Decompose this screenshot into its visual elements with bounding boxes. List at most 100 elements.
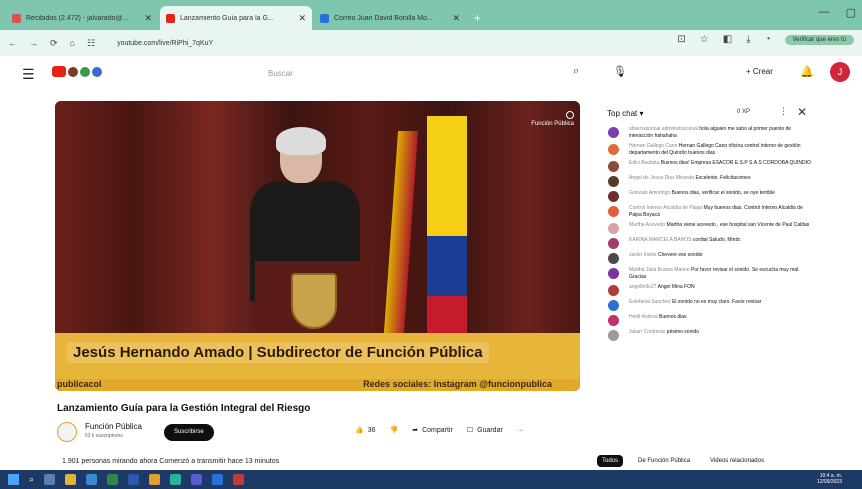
microphone-icon[interactable]: 🎙 (613, 65, 627, 78)
chrome-icon[interactable] (149, 474, 161, 485)
app-icon[interactable] (233, 474, 245, 485)
profile-icon[interactable]: ◔ (765, 34, 771, 45)
more-options-icon[interactable]: ⋮ (779, 106, 788, 117)
chat-author-name[interactable]: Julian Contreras (629, 329, 665, 335)
video-player[interactable]: Función Pública Jesús Hernando Amado | S… (55, 101, 580, 391)
top-chat-dropdown[interactable]: Top chat ▾ (607, 109, 643, 118)
chat-message-text: Buenos dias (659, 314, 687, 320)
close-tab-icon[interactable]: ✕ (452, 13, 460, 24)
back-icon[interactable]: ← (8, 38, 17, 48)
file-explorer-icon[interactable] (65, 474, 77, 485)
dislike-button[interactable]: 👎 (390, 426, 399, 434)
chat-author-avatar[interactable] (608, 161, 619, 172)
word-icon[interactable] (128, 474, 140, 485)
reload-icon[interactable]: ⟳ (50, 38, 58, 49)
like-button[interactable]: 👍 36 (355, 426, 376, 435)
chat-message-text: Chevere ese sonido (657, 252, 703, 258)
browser-tab-active[interactable]: Lanzamiento Guía para la G... ✕ (160, 6, 312, 30)
chat-author-name[interactable]: Estefania Sanchez (629, 299, 671, 305)
create-button[interactable]: + Crear (746, 67, 773, 76)
windows-taskbar: ⌕ 10:4 a. m. 12/09/2023 (0, 470, 862, 489)
store-icon[interactable] (86, 474, 98, 485)
chat-message: Gonzalo Amoringo Buenos dias, verificar … (605, 190, 815, 202)
chat-author-avatar[interactable] (608, 191, 619, 202)
chat-author-avatar[interactable] (608, 206, 619, 217)
chat-author-avatar[interactable] (608, 144, 619, 155)
chat-author-avatar[interactable] (608, 176, 619, 187)
notifications-icon[interactable]: 🔔 (800, 65, 814, 78)
chat-author-avatar[interactable] (608, 315, 619, 326)
chat-author-avatar[interactable] (608, 127, 619, 138)
chat-author-name[interactable]: KARINA MARCELA BAHOS (629, 237, 692, 243)
task-view-icon[interactable] (44, 474, 56, 485)
chat-author-avatar[interactable] (608, 330, 619, 341)
site-info-icon[interactable]: ☷ (87, 38, 95, 49)
edge-icon[interactable] (170, 474, 182, 485)
home-icon[interactable]: ⌂ (70, 38, 75, 48)
youtube-logo[interactable] (52, 66, 102, 77)
extensions-icon[interactable]: ◧ (723, 34, 732, 45)
chat-author-avatar[interactable] (608, 253, 619, 264)
chat-author-name[interactable]: angelbrito27 (629, 284, 657, 290)
chat-author-avatar[interactable] (608, 268, 619, 279)
channel-avatar[interactable] (57, 422, 77, 442)
coat-of-arms (291, 273, 337, 329)
forward-icon[interactable]: → (29, 38, 38, 48)
chat-message: Julian Contreras pésimo sonido (605, 329, 815, 341)
channel-name[interactable]: Función Pública (85, 422, 142, 431)
chat-author-name[interactable]: Javier Iriarte (629, 252, 657, 258)
chat-author-name[interactable]: observatorioal administracional (629, 126, 698, 132)
chat-author-name[interactable]: Angel de Jesus Diaz Miranda (629, 175, 694, 181)
close-tab-icon[interactable]: ✕ (144, 13, 152, 24)
chat-author-name[interactable]: Edici Bautista (629, 160, 659, 166)
sync-button[interactable]: Verificar que eres tú (784, 34, 854, 45)
live-chat-panel: Top chat ▾ 0 XP ⋮ ✕ observatorioal admin… (597, 100, 825, 450)
outlook-icon[interactable] (212, 474, 224, 485)
chat-author-name[interactable]: Martha Acevedo (629, 222, 665, 228)
url-field[interactable]: youtube.com/live/RiPhi_7qKuY (117, 40, 617, 47)
more-actions-button[interactable]: ··· (517, 427, 524, 434)
maximize-icon[interactable]: ▢ (846, 6, 856, 19)
chat-message: Heidi Andrea Buenos dias (605, 314, 815, 326)
teams-icon[interactable] (191, 474, 203, 485)
install-app-icon[interactable]: ⊡ (677, 34, 685, 45)
share-button[interactable]: ➦ Compartir (412, 426, 453, 435)
share-label: Compartir (422, 426, 453, 434)
browser-tab[interactable]: Recibidos (2.472) - jalvarado@... ✕ (6, 6, 158, 30)
chat-author-name[interactable]: Control Interno Alcaldía de Paipa (629, 205, 702, 211)
close-tab-icon[interactable]: ✕ (298, 13, 306, 24)
minimize-icon[interactable]: — (819, 6, 830, 19)
new-tab-button[interactable]: + (474, 11, 481, 25)
search-icon[interactable]: ⌕ (29, 474, 34, 485)
tab-title: Recibidos (2.472) - jalvarado@... (26, 14, 129, 22)
search-icon[interactable]: ⌕ (573, 65, 579, 78)
bookmark-star-icon[interactable]: ☆ (700, 34, 709, 45)
chat-tab-funcion-publica[interactable]: De Función Pública (633, 455, 695, 467)
chat-author-avatar[interactable] (608, 238, 619, 249)
chat-author-name[interactable]: Gonzalo Amoringo (629, 190, 670, 196)
chat-author-name[interactable]: Heidi Andrea (629, 314, 658, 320)
download-icon[interactable]: ⤓ (746, 34, 750, 45)
subscribe-button[interactable]: Suscribirse (164, 424, 214, 441)
gmail-icon (12, 13, 21, 23)
account-avatar[interactable]: J (830, 62, 850, 82)
chat-tab-all[interactable]: Todos (597, 455, 624, 467)
chat-message-text: pésimo sonido (666, 329, 700, 335)
chat-author-name[interactable]: Hernan Gallego Cano (629, 143, 677, 149)
save-button[interactable]: ☐ Guardar (467, 426, 503, 435)
excel-icon[interactable] (107, 474, 119, 485)
chat-tab-related-videos[interactable]: Videos relacionados (705, 455, 769, 467)
windows-start-icon[interactable] (8, 474, 19, 485)
close-chat-icon[interactable]: ✕ (797, 105, 807, 119)
chat-author-avatar[interactable] (608, 223, 619, 234)
video-actions: 👍 36 👎 ➦ Compartir ☐ Guardar ··· (355, 426, 538, 435)
chat-author-name[interactable]: Martha Julia Bustos Marino (629, 267, 690, 273)
create-label: Crear (752, 67, 773, 76)
system-clock[interactable]: 10:4 a. m. 12/09/2023 (817, 473, 842, 485)
chat-author-avatar[interactable] (608, 285, 619, 296)
chat-author-avatar[interactable] (608, 300, 619, 311)
hamburger-menu-icon[interactable]: ☰ (22, 66, 35, 83)
chat-message-list[interactable]: observatorioal administracional hola alg… (597, 126, 825, 341)
browser-tab[interactable]: Correo Juan David Bonilla Mo... ✕ (314, 6, 466, 30)
search-input[interactable]: Buscar (240, 64, 580, 84)
